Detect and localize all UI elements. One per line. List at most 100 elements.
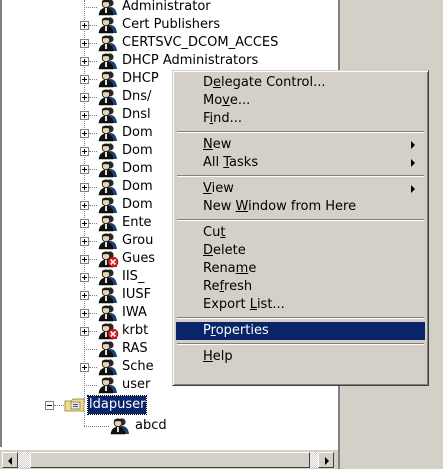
expand-button[interactable] [80,273,89,282]
tree-connector [89,115,97,116]
tree-node[interactable]: Administrator [0,0,338,16]
scroll-thumb[interactable] [30,452,310,468]
collapse-button[interactable] [45,401,54,410]
tree-node-label: abcd [135,418,167,433]
horizontal-scrollbar[interactable] [0,449,338,469]
group-icon [97,358,119,376]
tree-connector [84,349,97,350]
menu-item-export-list[interactable]: Export List... [176,296,425,314]
expand-button[interactable] [80,21,89,30]
menu-separator [177,343,424,345]
tree-node[interactable]: CERTSVC_DCOM_ACCES [0,34,338,52]
expand-button[interactable] [80,183,89,192]
menu-item-label: Delegate Control... [203,75,326,90]
tree-connector [84,7,97,8]
menu-item-all-tasks[interactable]: All Tasks [176,154,425,172]
tree-connector [89,169,97,170]
submenu-arrow-icon [411,141,415,149]
tree-connector [89,313,97,314]
menu-item-label: All Tasks [203,155,259,170]
menu-item-find[interactable]: Find... [176,110,425,128]
menu-item-label: New Window from Here [203,199,357,214]
expand-button[interactable] [80,219,89,228]
menu-item-delegate-control[interactable]: Delegate Control... [176,74,425,92]
scroll-left-button[interactable] [2,452,18,468]
menu-item-label: Help [203,349,233,364]
tree-connector [89,79,97,80]
expand-button[interactable] [80,363,89,372]
expand-button[interactable] [80,327,89,336]
menu-item-delete[interactable]: Delete [176,242,425,260]
tree-node-label: Dom [122,143,153,158]
menu-separator [177,131,424,133]
tree-connector [89,205,97,206]
arrow-right-icon [325,457,329,465]
group-icon [97,70,119,88]
menu-item-new[interactable]: New [176,136,425,154]
expand-button[interactable] [80,75,89,84]
tree-node-label: DHCP [122,71,159,86]
group-icon [97,106,119,124]
menu-item-move[interactable]: Move... [176,92,425,110]
group-icon [97,124,119,142]
tree-connector [89,187,97,188]
menu-item-rename[interactable]: Rename [176,260,425,278]
expand-button[interactable] [80,129,89,138]
tree-node-label: krbt [122,323,149,338]
tree-connector [89,97,97,98]
tree-node-label: IUSF [122,287,152,302]
tree-connector [89,259,97,260]
group-icon [97,178,119,196]
expand-button[interactable] [80,291,89,300]
group-icon [97,232,119,250]
tree-connector [89,61,97,62]
tree-node-label: Administrator [122,0,211,14]
menu-item-label: Cut [203,225,226,240]
expand-button[interactable] [80,165,89,174]
expand-button[interactable] [80,309,89,318]
tree-node[interactable]: DHCP Administrators [0,52,338,70]
menu-item-new-window-from-here[interactable]: New Window from Here [176,198,425,216]
tree-node-label: IWA [122,305,147,320]
tree-node-label: user [122,377,151,392]
tree-node-label: Dom [122,125,153,140]
expand-button[interactable] [80,57,89,66]
arrow-left-icon [8,457,12,465]
expand-button[interactable] [80,39,89,48]
tree-node-label: Ente [122,215,152,230]
expand-button[interactable] [80,255,89,264]
menu-item-refresh[interactable]: Refresh [176,278,425,296]
menu-item-cut[interactable]: Cut [176,224,425,242]
tree-node-abcd[interactable]: abcd [0,417,338,435]
tree-node-ldapuser[interactable]: ldapuser [0,395,338,415]
context-menu[interactable]: Delegate Control... Move... Find... New All … [172,70,429,386]
expand-button[interactable] [80,111,89,120]
disabled-user-icon [97,322,119,340]
tree-connector [89,223,97,224]
scroll-right-button[interactable] [318,452,334,468]
tree-node-label: Dns/ [122,89,152,104]
tree-node-label: Dom [122,179,153,194]
tree-connector [89,331,97,332]
expand-button[interactable] [80,147,89,156]
menu-separator [177,317,424,319]
menu-separator [177,219,424,221]
folder-ou-icon [64,396,86,414]
expand-button[interactable] [80,93,89,102]
group-icon [97,340,119,358]
tree-node-label: Grou [122,233,154,248]
disabled-user-icon [97,250,119,268]
menu-item-properties[interactable]: Properties [176,322,425,340]
expand-button[interactable] [80,201,89,210]
menu-item-label: Find... [203,111,243,126]
tree-connector [54,405,64,406]
group-icon [97,0,119,16]
menu-item-view[interactable]: View [176,180,425,198]
group-icon [97,34,119,52]
group-icon [97,160,119,178]
expand-button[interactable] [80,237,89,246]
tree-connector [89,367,97,368]
menu-item-help[interactable]: Help [176,348,425,366]
tree-node[interactable]: Cert Publishers [0,16,338,34]
group-icon [97,52,119,70]
